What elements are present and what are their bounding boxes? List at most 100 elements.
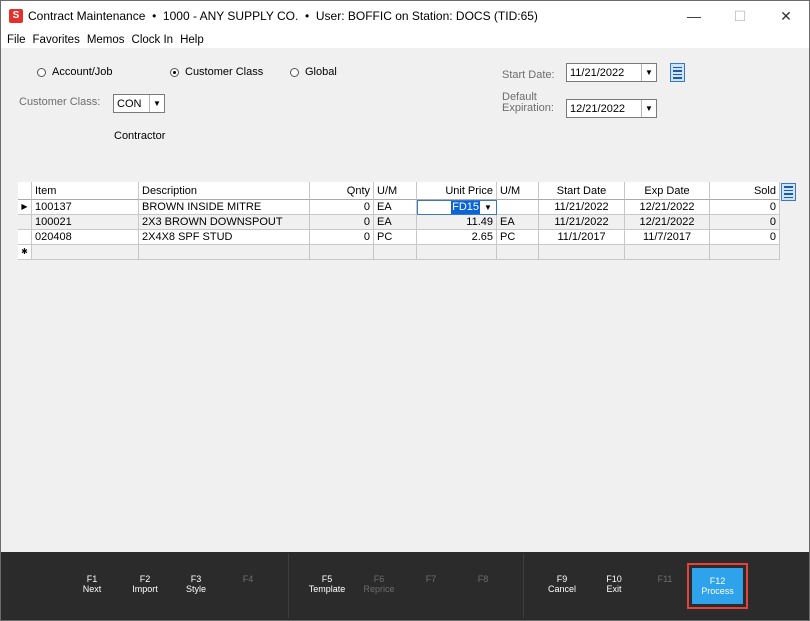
cell-start-date[interactable]: 11/21/2022 — [539, 215, 625, 230]
menu-memos[interactable]: Memos — [87, 34, 125, 46]
fkey-action: Cancel — [547, 584, 576, 594]
unit-price-edit-combo[interactable]: FD15 ▼ — [417, 200, 497, 215]
cell-um2[interactable]: PC — [497, 230, 539, 245]
cell-exp-date[interactable]: 12/21/2022 — [625, 200, 710, 215]
row-selector[interactable] — [18, 230, 32, 245]
fkey-action: Reprice — [363, 584, 395, 594]
col-header-qnty[interactable]: Qnty — [310, 182, 374, 200]
customer-class-select[interactable]: CON ▼ — [113, 94, 165, 113]
cell-qnty[interactable]: 0 — [310, 215, 374, 230]
current-row-arrow-icon[interactable]: ▶ — [18, 200, 32, 215]
radio-selected-icon[interactable] — [170, 67, 179, 77]
fkey-label: F3 — [190, 574, 202, 584]
maximize-button: ☐ — [733, 7, 747, 24]
new-cell-item[interactable] — [32, 245, 139, 260]
chevron-down-icon[interactable]: ▼ — [481, 201, 495, 214]
cell-um2[interactable]: EA — [497, 215, 539, 230]
new-row[interactable]: ✱ — [18, 245, 780, 260]
cell-start-date[interactable]: 11/21/2022 — [539, 200, 625, 215]
cell-qnty[interactable]: 0 — [310, 200, 374, 215]
col-header-um[interactable]: U/M — [374, 182, 417, 200]
f1-next-button[interactable]: F1 Next — [69, 574, 115, 594]
cell-sold[interactable]: 0 — [710, 215, 780, 230]
window-controls: — ☐ ✕ — [671, 1, 809, 31]
list-menu-icon[interactable] — [670, 63, 685, 82]
col-header-sold[interactable]: Sold — [710, 182, 780, 200]
menu-clock-in[interactable]: Clock In — [132, 34, 174, 46]
cell-exp-date[interactable]: 12/21/2022 — [625, 215, 710, 230]
cell-um2[interactable] — [497, 200, 539, 215]
col-header-exp-date[interactable]: Exp Date — [625, 182, 710, 200]
radio-circle-icon[interactable] — [37, 67, 46, 77]
cell-description[interactable]: BROWN INSIDE MITRE — [139, 200, 310, 215]
new-cell-um[interactable] — [374, 245, 417, 260]
col-header-description[interactable]: Description — [139, 182, 310, 200]
fkey-label: F9 — [556, 574, 568, 584]
cell-qnty[interactable]: 0 — [310, 230, 374, 245]
radio-customer-class[interactable]: Customer Class — [170, 66, 263, 78]
new-cell-um2[interactable] — [497, 245, 539, 260]
fkey-divider — [523, 554, 524, 618]
menu-favorites[interactable]: Favorites — [33, 34, 80, 46]
grid-columns-menu-icon[interactable] — [781, 183, 796, 201]
table-row[interactable]: 100021 2X3 BROWN DOWNSPOUT 0 EA 11.49 EA… — [18, 215, 780, 230]
chevron-down-icon[interactable]: ▼ — [641, 64, 656, 81]
radio-global[interactable]: Global — [290, 66, 337, 78]
unit-price-editing-value[interactable]: FD15 — [451, 201, 480, 214]
cell-unit-price[interactable]: 11.49 — [417, 215, 497, 230]
f2-import-button[interactable]: F2 Import — [122, 574, 168, 594]
f8-button: F8 — [460, 574, 506, 584]
cell-sold[interactable]: 0 — [710, 200, 780, 215]
menu-file[interactable]: File — [7, 34, 26, 46]
title-bar: S Contract Maintenance • 1000 - ANY SUPP… — [1, 1, 809, 31]
f10-exit-button[interactable]: F10 Exit — [591, 574, 637, 594]
cell-start-date[interactable]: 11/1/2017 — [539, 230, 625, 245]
new-cell-unit-price[interactable] — [417, 245, 497, 260]
cell-unit-price[interactable]: 2.65 — [417, 230, 497, 245]
f12-process-button[interactable]: F12 Process — [692, 568, 743, 604]
radio-account-job[interactable]: Account/Job — [37, 66, 113, 78]
col-header-um2[interactable]: U/M — [497, 182, 539, 200]
col-header-start-date[interactable]: Start Date — [539, 182, 625, 200]
start-date-picker[interactable]: 11/21/2022 ▼ — [566, 63, 657, 82]
cell-item[interactable]: 100137 — [32, 200, 139, 215]
table-row[interactable]: ▶ 100137 BROWN INSIDE MITRE 0 EA FD15 ▼ … — [18, 200, 780, 215]
new-cell-qnty[interactable] — [310, 245, 374, 260]
f5-template-button[interactable]: F5 Template — [304, 574, 350, 594]
cell-sold[interactable]: 0 — [710, 230, 780, 245]
radio-circle-icon[interactable] — [290, 67, 299, 77]
new-cell-sold[interactable] — [710, 245, 780, 260]
chevron-down-icon[interactable]: ▼ — [641, 100, 656, 117]
close-button[interactable]: ✕ — [763, 1, 809, 31]
cell-exp-date[interactable]: 11/7/2017 — [625, 230, 710, 245]
new-cell-start-date[interactable] — [539, 245, 625, 260]
col-header-item[interactable]: Item — [32, 182, 139, 200]
cell-um[interactable]: PC — [374, 230, 417, 245]
chevron-down-icon[interactable]: ▼ — [149, 95, 164, 112]
cell-um[interactable]: EA — [374, 200, 417, 215]
fkey-label: F5 — [321, 574, 333, 584]
col-header-unit-price[interactable]: Unit Price — [417, 182, 497, 200]
f4-button: F4 — [225, 574, 271, 584]
cell-item[interactable]: 100021 — [32, 215, 139, 230]
cell-item[interactable]: 020408 — [32, 230, 139, 245]
default-expiration-picker[interactable]: 12/21/2022 ▼ — [566, 99, 657, 118]
cell-description[interactable]: 2X3 BROWN DOWNSPOUT — [139, 215, 310, 230]
grid-header-row: Item Description Qnty U/M Unit Price U/M… — [18, 182, 780, 200]
fkey-label: F1 — [86, 574, 98, 584]
fkey-action: Process — [701, 586, 734, 596]
cell-um[interactable]: EA — [374, 215, 417, 230]
new-cell-exp-date[interactable] — [625, 245, 710, 260]
f3-style-button[interactable]: F3 Style — [173, 574, 219, 594]
contract-items-grid[interactable]: Item Description Qnty U/M Unit Price U/M… — [18, 182, 797, 534]
window-title: Contract Maintenance • 1000 - ANY SUPPLY… — [28, 9, 538, 23]
new-row-asterisk-icon[interactable]: ✱ — [18, 245, 32, 260]
cell-description[interactable]: 2X4X8 SPF STUD — [139, 230, 310, 245]
new-cell-description[interactable] — [139, 245, 310, 260]
table-row[interactable]: 020408 2X4X8 SPF STUD 0 PC 2.65 PC 11/1/… — [18, 230, 780, 245]
f9-cancel-button[interactable]: F9 Cancel — [539, 574, 585, 594]
minimize-button[interactable]: — — [671, 1, 717, 31]
menu-help[interactable]: Help — [180, 34, 204, 46]
row-selector[interactable] — [18, 215, 32, 230]
fkey-label: F7 — [425, 574, 437, 584]
